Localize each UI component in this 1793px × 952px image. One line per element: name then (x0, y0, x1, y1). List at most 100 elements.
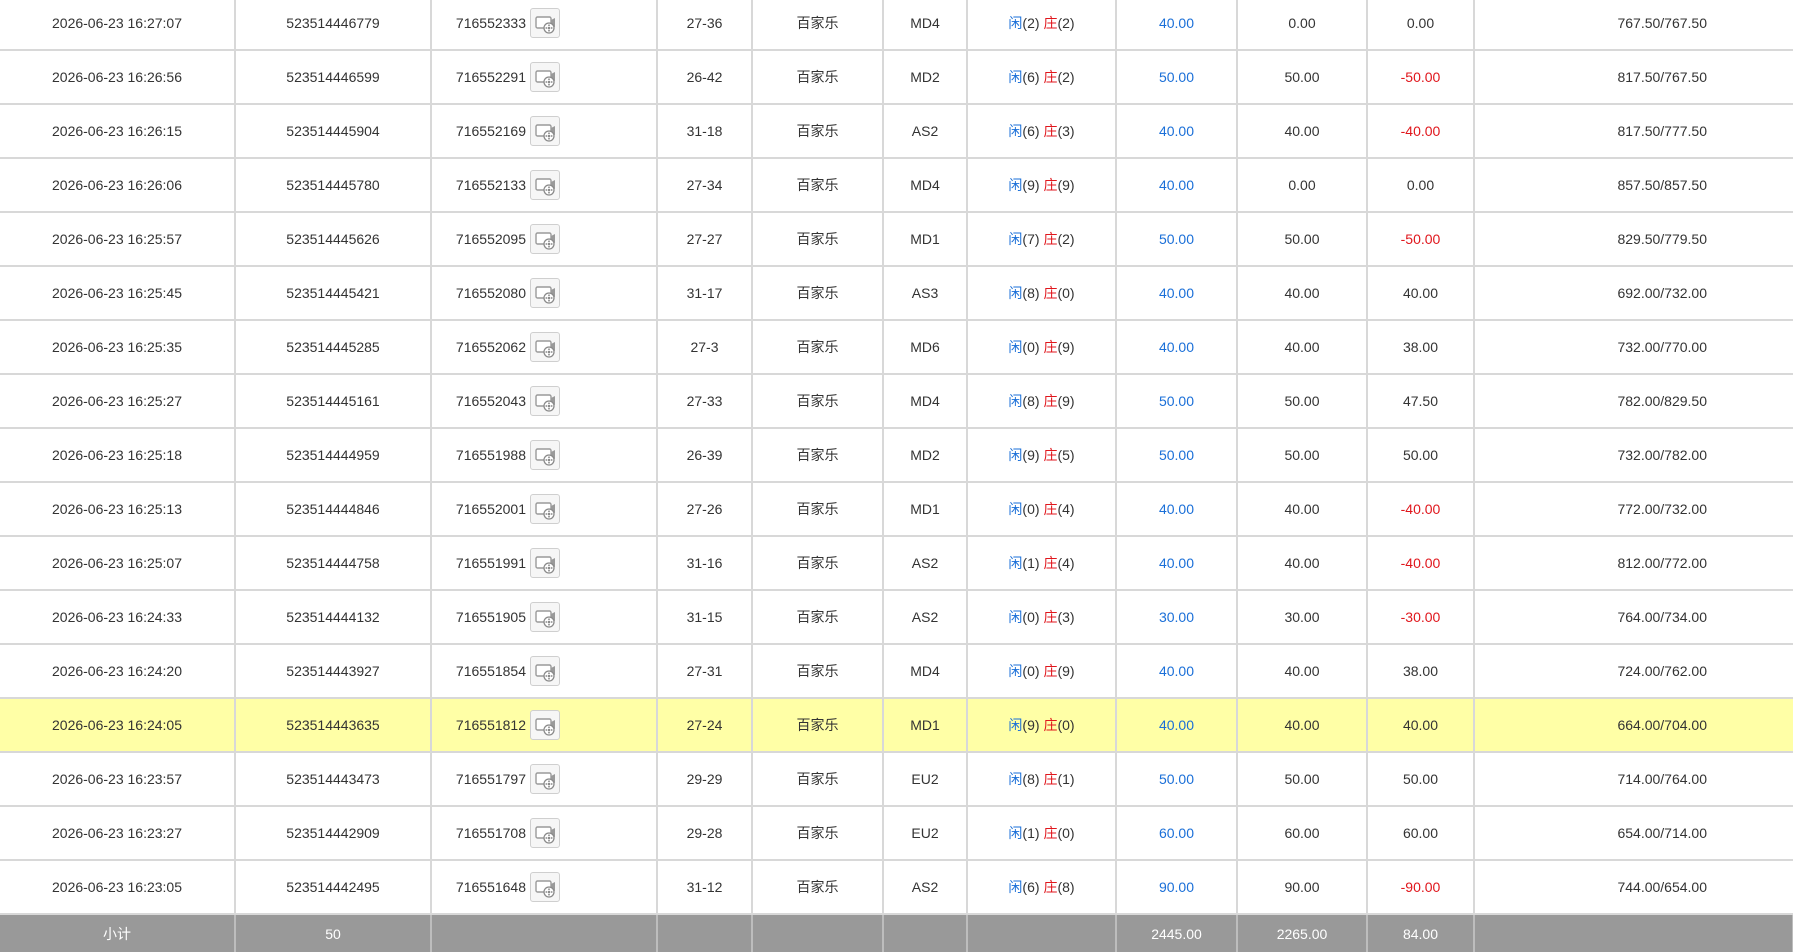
order-id: 523514443473 (235, 752, 432, 807)
win-loss: 40.00 (1367, 266, 1475, 321)
table-row[interactable]: 2026-06-23 16:26:15 523514445904 7165521… (0, 104, 1793, 159)
banker-points: (0) (1057, 825, 1075, 841)
round-cell: 716552133 (431, 158, 658, 213)
game-result: 闲(9) 庄(9) (967, 158, 1117, 213)
video-replay-icon[interactable] (530, 332, 560, 362)
round-cell: 716552001 (431, 482, 658, 537)
table-row[interactable]: 2026-06-23 16:25:18 523514444959 7165519… (0, 428, 1793, 483)
subtotal-empty (431, 914, 658, 952)
table-row[interactable]: 2026-06-23 16:24:05 523514443635 7165518… (0, 698, 1793, 753)
game-result: 闲(6) 庄(3) (967, 104, 1117, 159)
player-points: (8) (1022, 285, 1040, 301)
video-replay-icon[interactable] (530, 872, 560, 902)
banker-label: 庄 (1043, 501, 1058, 517)
video-replay-icon[interactable] (530, 818, 560, 848)
video-replay-icon[interactable] (530, 278, 560, 308)
video-replay-icon[interactable] (530, 494, 560, 524)
shoe-number: 31-18 (657, 104, 753, 159)
bet-amount: 50.00 (1116, 374, 1238, 429)
banker-points: (2) (1057, 69, 1075, 85)
table-row[interactable]: 2026-06-23 16:24:20 523514443927 7165518… (0, 644, 1793, 699)
video-replay-icon[interactable] (530, 170, 560, 200)
shoe-number: 29-28 (657, 806, 753, 861)
order-id: 523514445161 (235, 374, 432, 429)
table-row[interactable]: 2026-06-23 16:25:45 523514445421 7165520… (0, 266, 1793, 321)
table-row[interactable]: 2026-06-23 16:25:13 523514444846 7165520… (0, 482, 1793, 537)
subtotal-count: 50 (235, 914, 432, 952)
shoe-number: 29-29 (657, 752, 753, 807)
valid-bet: 40.00 (1237, 536, 1368, 591)
game-name: 百家乐 (752, 0, 884, 51)
order-id: 523514445780 (235, 158, 432, 213)
game-name: 百家乐 (752, 266, 884, 321)
table-row[interactable]: 2026-06-23 16:25:35 523514445285 7165520… (0, 320, 1793, 375)
round-id: 716551905 (455, 609, 526, 625)
round-id: 716552062 (455, 339, 526, 355)
video-replay-icon[interactable] (530, 710, 560, 740)
valid-bet: 40.00 (1237, 698, 1368, 753)
video-replay-icon[interactable] (530, 116, 560, 146)
player-label: 闲 (1008, 717, 1023, 733)
table-code: AS2 (883, 590, 968, 645)
subtotal-label: 小计 (0, 914, 236, 952)
subtotal-row: 小计 50 2445.00 2265.00 84.00 (0, 914, 1793, 952)
bet-amount: 40.00 (1116, 158, 1238, 213)
banker-label: 庄 (1043, 879, 1058, 895)
video-replay-icon[interactable] (530, 224, 560, 254)
win-loss: -40.00 (1367, 104, 1475, 159)
table-code: MD2 (883, 428, 968, 483)
bet-time: 2026-06-23 16:25:18 (0, 428, 236, 483)
table-row[interactable]: 2026-06-23 16:23:57 523514443473 7165517… (0, 752, 1793, 807)
table-row[interactable]: 2026-06-23 16:24:33 523514444132 7165519… (0, 590, 1793, 645)
banker-points: (9) (1057, 339, 1075, 355)
shoe-number: 31-12 (657, 860, 753, 915)
video-replay-icon[interactable] (530, 656, 560, 686)
video-replay-icon[interactable] (530, 548, 560, 578)
player-label: 闲 (1008, 339, 1023, 355)
video-replay-icon[interactable] (530, 62, 560, 92)
banker-label: 庄 (1043, 717, 1058, 733)
win-loss: -90.00 (1367, 860, 1475, 915)
bet-amount: 40.00 (1116, 482, 1238, 537)
table-code: MD1 (883, 698, 968, 753)
shoe-number: 31-17 (657, 266, 753, 321)
table-row[interactable]: 2026-06-23 16:25:07 523514444758 7165519… (0, 536, 1793, 591)
round-cell: 716552169 (431, 104, 658, 159)
player-points: (7) (1022, 231, 1040, 247)
player-points: (8) (1022, 771, 1040, 787)
bet-amount: 50.00 (1116, 428, 1238, 483)
order-id: 523514445421 (235, 266, 432, 321)
video-replay-icon[interactable] (530, 440, 560, 470)
bet-time: 2026-06-23 16:23:57 (0, 752, 236, 807)
game-result: 闲(0) 庄(9) (967, 320, 1117, 375)
table-code: MD1 (883, 482, 968, 537)
table-row[interactable]: 2026-06-23 16:23:27 523514442909 7165517… (0, 806, 1793, 861)
game-name: 百家乐 (752, 644, 884, 699)
table-row[interactable]: 2026-06-23 16:23:05 523514442495 7165516… (0, 860, 1793, 915)
video-replay-icon[interactable] (530, 8, 560, 38)
video-replay-icon[interactable] (530, 602, 560, 632)
round-cell: 716551797 (431, 752, 658, 807)
banker-points: (9) (1057, 177, 1075, 193)
round-cell: 716551812 (431, 698, 658, 753)
table-row[interactable]: 2026-06-23 16:26:06 523514445780 7165521… (0, 158, 1793, 213)
shoe-number: 27-36 (657, 0, 753, 51)
table-row[interactable]: 2026-06-23 16:25:57 523514445626 7165520… (0, 212, 1793, 267)
order-id: 523514444846 (235, 482, 432, 537)
video-replay-icon[interactable] (530, 764, 560, 794)
table-row[interactable]: 2026-06-23 16:27:07 523514446779 7165523… (0, 0, 1793, 51)
round-id: 716552291 (455, 69, 526, 85)
player-label: 闲 (1008, 69, 1023, 85)
shoe-number: 27-34 (657, 158, 753, 213)
game-name: 百家乐 (752, 104, 884, 159)
banker-label: 庄 (1043, 447, 1058, 463)
balance-before-after: 764.00/734.00 (1474, 590, 1793, 645)
order-id: 523514446599 (235, 50, 432, 105)
game-result: 闲(0) 庄(9) (967, 644, 1117, 699)
balance-before-after: 829.50/779.50 (1474, 212, 1793, 267)
table-row[interactable]: 2026-06-23 16:26:56 523514446599 7165522… (0, 50, 1793, 105)
video-replay-icon[interactable] (530, 386, 560, 416)
valid-bet: 40.00 (1237, 320, 1368, 375)
bet-amount: 60.00 (1116, 806, 1238, 861)
table-row[interactable]: 2026-06-23 16:25:27 523514445161 7165520… (0, 374, 1793, 429)
